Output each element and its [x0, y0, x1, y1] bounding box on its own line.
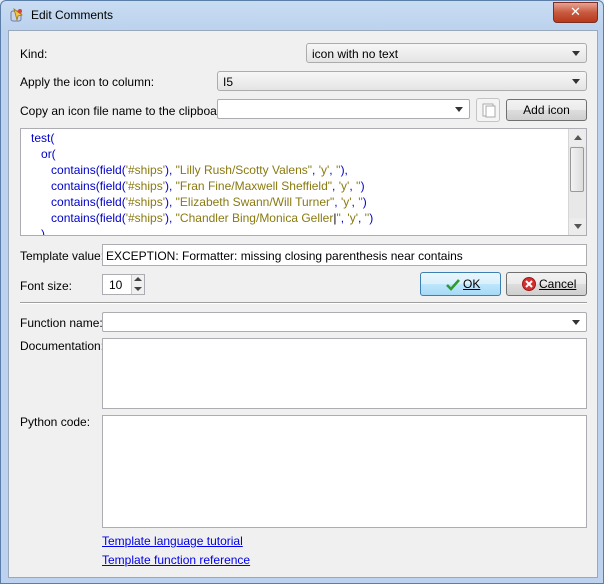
code-token: , — [329, 163, 336, 177]
documentation-textarea[interactable] — [102, 338, 587, 409]
cancel-icon — [522, 277, 536, 291]
template-tutorial-link[interactable]: Template language tutorial — [102, 534, 243, 548]
code-line: contains(field('#ships'), "Fran Fine/Max… — [21, 178, 365, 194]
font-size-value: 10 — [109, 278, 123, 292]
copy-icon — [482, 103, 496, 118]
python-code-textarea[interactable] — [102, 415, 587, 528]
code-token: '#ships' — [125, 195, 165, 209]
code-line: contains(field('#ships'), "Lilly Rush/Sc… — [21, 162, 348, 178]
code-line: contains(field('#ships'), "Chandler Bing… — [21, 210, 373, 226]
font-size-stepper[interactable] — [131, 275, 144, 294]
code-token: , — [349, 179, 356, 193]
code-token: ), — [165, 195, 176, 209]
function-name-select[interactable] — [102, 312, 587, 332]
apply-column-value: I5 — [223, 75, 234, 89]
arrow-up-icon — [134, 277, 142, 281]
cancel-label: Cancel — [539, 277, 577, 291]
code-token: ), — [165, 179, 176, 193]
code-token: contains(field( — [51, 179, 126, 193]
kind-select[interactable]: icon with no text — [306, 43, 587, 63]
apply-column-select[interactable]: I5 — [217, 71, 587, 91]
code-line: contains(field('#ships'), "Elizabeth Swa… — [21, 194, 367, 210]
code-token: 'y' — [340, 195, 352, 209]
code-token: 'y' — [318, 163, 330, 177]
code-token: 'y' — [338, 179, 350, 193]
template-editor[interactable]: test( or( contains(field('#ships'), "Lil… — [20, 128, 587, 236]
chevron-down-icon — [455, 107, 463, 112]
template-value-field: EXCEPTION: Formatter: missing closing pa… — [102, 244, 587, 266]
scroll-thumb[interactable] — [570, 147, 584, 192]
ok-button[interactable]: OK — [420, 272, 501, 296]
edit-comments-dialog: Edit Comments ✕ Kind: icon with no text … — [0, 0, 604, 584]
code-token: '#ships' — [125, 163, 165, 177]
scroll-down-button[interactable] — [569, 218, 586, 235]
copy-icon-label: Copy an icon file name to the clipboard: — [20, 104, 231, 118]
code-token: ), — [165, 163, 176, 177]
code-token: "Elizabeth Swann/Will Turner" — [175, 195, 335, 209]
add-icon-button[interactable]: Add icon — [506, 99, 587, 121]
code-token: , — [334, 195, 341, 209]
code-token: '#ships' — [125, 211, 165, 225]
code-token: "Fran Fine/Maxwell Sheffield" — [175, 179, 333, 193]
kind-label: Kind: — [20, 47, 48, 61]
code-line: ) — [21, 226, 46, 236]
font-size-label: Font size: — [20, 279, 73, 293]
code-line: or( — [21, 146, 56, 162]
code-token: "Chandler Bing/Monica Geller — [175, 211, 334, 225]
scroll-up-button[interactable] — [569, 129, 586, 146]
code-token: ) — [41, 227, 46, 236]
code-token: "Lilly Rush/Scotty Valens" — [175, 163, 313, 177]
template-value-label: Template value: — [20, 249, 105, 263]
chevron-down-icon — [572, 320, 580, 325]
kind-value: icon with no text — [312, 47, 399, 61]
arrow-down-icon — [574, 224, 582, 229]
code-token: contains(field( — [51, 163, 126, 177]
code-token: '#ships' — [125, 179, 165, 193]
template-value-text: EXCEPTION: Formatter: missing closing pa… — [106, 249, 463, 263]
apply-column-label: Apply the icon to column: — [20, 75, 155, 89]
code-token: contains(field( — [51, 195, 126, 209]
close-button[interactable]: ✕ — [553, 2, 598, 23]
calibre-app-icon — [10, 7, 23, 22]
divider — [20, 302, 587, 304]
code-token: ) — [360, 179, 365, 193]
editor-scrollbar[interactable] — [568, 129, 586, 235]
arrow-down-icon — [134, 287, 142, 291]
code-token: , — [332, 179, 339, 193]
font-size-spinbox[interactable]: 10 — [102, 274, 145, 295]
dialog-body: Kind: icon with no text Apply the icon t… — [8, 30, 598, 578]
icon-file-select[interactable] — [217, 99, 470, 119]
code-token: ) — [369, 211, 374, 225]
code-token: , — [358, 211, 365, 225]
function-name-label: Function name: — [20, 316, 103, 330]
documentation-label: Documentation: — [20, 339, 105, 353]
checkmark-icon — [446, 279, 460, 291]
code-token: , — [312, 163, 319, 177]
code-token: 'y' — [347, 211, 358, 225]
cancel-button[interactable]: Cancel — [506, 272, 587, 296]
code-token: ), — [165, 211, 176, 225]
code-token: contains(field( — [51, 211, 126, 225]
chevron-down-icon — [572, 51, 580, 56]
code-token: test( — [31, 131, 55, 145]
code-line: test( — [21, 130, 54, 146]
code-token: or( — [41, 147, 56, 161]
window-title: Edit Comments — [31, 8, 114, 22]
copy-icon-button[interactable] — [476, 98, 500, 122]
code-token: ) — [362, 195, 367, 209]
title-bar: Edit Comments ✕ — [1, 1, 603, 29]
template-reference-link[interactable]: Template function reference — [102, 553, 250, 567]
code-token: ), — [340, 163, 348, 177]
chevron-down-icon — [572, 79, 580, 84]
ok-label: OK — [463, 277, 481, 291]
python-code-label: Python code: — [20, 415, 91, 429]
template-code[interactable]: test( or( contains(field('#ships'), "Lil… — [21, 129, 569, 235]
arrow-up-icon — [574, 135, 582, 140]
